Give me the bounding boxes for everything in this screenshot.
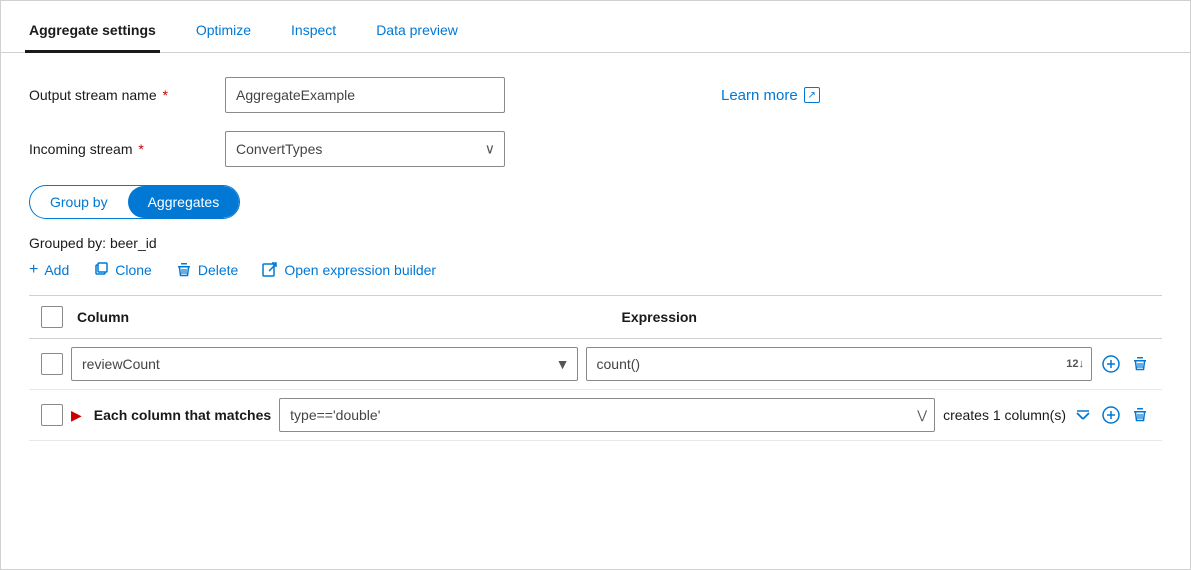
- each-col-input[interactable]: [279, 398, 935, 432]
- open-expression-icon: [262, 262, 278, 278]
- add-button[interactable]: + Add: [29, 261, 69, 279]
- incoming-stream-label: Incoming stream *: [29, 141, 209, 157]
- learn-more-link[interactable]: Learn more ↗: [721, 87, 820, 104]
- clone-button[interactable]: Clone: [93, 262, 152, 278]
- delete-row-button-1[interactable]: [1130, 354, 1150, 374]
- delete-each-col-button[interactable]: [1130, 405, 1150, 425]
- column-input-1[interactable]: [71, 347, 578, 381]
- tab-aggregate-settings[interactable]: Aggregate settings: [25, 10, 160, 53]
- incoming-stream-select-wrapper: ConvertTypes ∨: [225, 131, 505, 167]
- table-row: ▼ 12↓: [29, 339, 1162, 390]
- open-expression-builder-button[interactable]: Open expression builder: [262, 262, 436, 278]
- incoming-stream-select[interactable]: ConvertTypes: [225, 131, 505, 167]
- add-each-col-button[interactable]: [1100, 404, 1122, 426]
- delete-icon: [176, 262, 192, 278]
- row-expression-1: 12↓: [586, 347, 1093, 381]
- row-column-1: ▼: [71, 347, 578, 381]
- output-stream-required: *: [163, 87, 168, 103]
- row-actions-1: [1100, 353, 1150, 375]
- incoming-stream-required: *: [138, 141, 143, 157]
- delete-button[interactable]: Delete: [176, 262, 238, 278]
- tab-data-preview[interactable]: Data preview: [372, 10, 462, 53]
- each-column-row: ▶ Each column that matches ⋁ creates 1 c…: [29, 390, 1162, 441]
- creates-columns-label: creates 1 column(s): [943, 407, 1066, 423]
- add-row-button-1[interactable]: [1100, 353, 1122, 375]
- output-stream-label: Output stream name *: [29, 87, 209, 103]
- each-col-checkbox[interactable]: [41, 404, 63, 426]
- header-checkbox-area: [41, 306, 69, 328]
- group-by-button[interactable]: Group by: [30, 186, 128, 218]
- grouped-by-label: Grouped by: beer_id: [29, 235, 1162, 251]
- toggle-group: Group by Aggregates: [29, 185, 240, 219]
- tab-inspect[interactable]: Inspect: [287, 10, 340, 53]
- aggregates-button[interactable]: Aggregates: [128, 186, 240, 218]
- collapse-button[interactable]: [1074, 406, 1092, 424]
- incoming-stream-row: Incoming stream * ConvertTypes ∨: [29, 131, 1162, 167]
- output-stream-row: Output stream name * Learn more ↗: [29, 77, 1162, 113]
- row-checkbox-1[interactable]: [41, 353, 63, 375]
- clone-icon: [93, 262, 109, 278]
- output-stream-input[interactable]: [225, 77, 505, 113]
- each-col-actions: [1074, 404, 1150, 426]
- expand-arrow-icon[interactable]: ▶: [71, 407, 82, 424]
- toolbar: + Add Clone: [29, 261, 1162, 279]
- content-area: Output stream name * Learn more ↗ Incomi…: [1, 53, 1190, 569]
- each-col-input-area: ⋁: [279, 398, 935, 432]
- plus-icon: +: [29, 261, 38, 279]
- expression-input-1[interactable]: [586, 347, 1093, 381]
- tabs-bar: Aggregate settings Optimize Inspect Data…: [1, 1, 1190, 53]
- tab-optimize[interactable]: Optimize: [192, 10, 255, 53]
- table-header: Column Expression: [29, 296, 1162, 339]
- expression-header: Expression: [622, 309, 1151, 325]
- column-header: Column: [77, 309, 606, 325]
- external-link-icon: ↗: [804, 87, 820, 103]
- each-col-matches-label: Each column that matches: [94, 407, 271, 423]
- header-checkbox[interactable]: [41, 306, 63, 328]
